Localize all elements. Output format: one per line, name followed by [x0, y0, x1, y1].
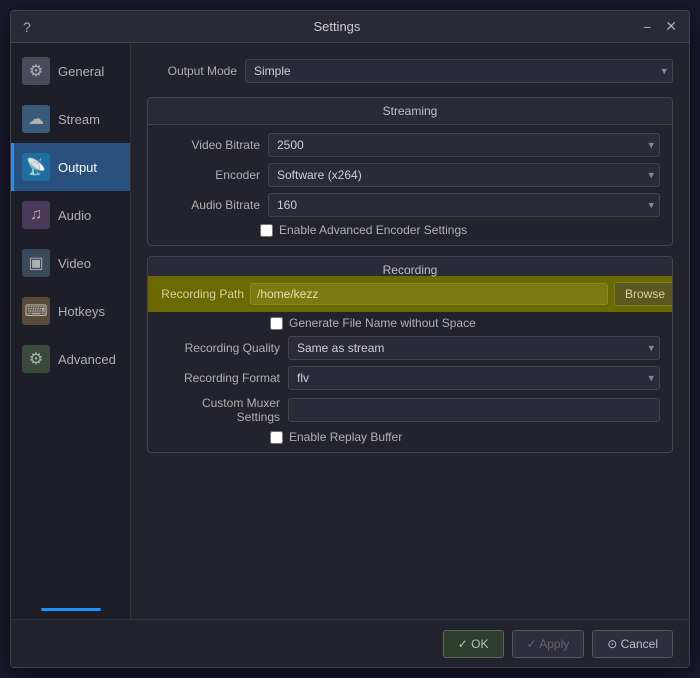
advanced-icon: ⚙: [22, 345, 50, 373]
sidebar-item-general[interactable]: ⚙ General: [11, 47, 130, 95]
ok-button[interactable]: ✓ OK: [443, 630, 504, 658]
sidebar-item-stream[interactable]: ☁ Stream: [11, 95, 130, 143]
streaming-section: Streaming Video Bitrate 2500 3000 4000 5…: [147, 97, 673, 246]
video-icon: ▣: [22, 249, 50, 277]
dialog-footer: ✓ OK ✓ Apply ⊙ Cancel: [11, 619, 689, 667]
generate-filename-checkbox[interactable]: [270, 317, 283, 330]
recording-quality-row: Recording Quality Same as stream High Qu…: [160, 336, 660, 360]
output-icon: 📡: [22, 153, 50, 181]
sidebar-item-advanced[interactable]: ⚙ Advanced: [11, 335, 130, 383]
sidebar-label-hotkeys: Hotkeys: [58, 304, 105, 319]
apply-button[interactable]: ✓ Apply: [512, 630, 585, 658]
enable-replay-label: Enable Replay Buffer: [289, 430, 402, 444]
enable-advanced-encoder-checkbox[interactable]: [260, 224, 273, 237]
sidebar-indicator: [41, 608, 101, 611]
recording-body: Generate File Name without Space Recordi…: [148, 312, 672, 452]
encoder-row: Encoder Software (x264) Hardware (NVENC): [160, 163, 660, 187]
content-panel: Output Mode Simple Advanced Streaming Vi…: [131, 43, 689, 619]
recording-quality-select[interactable]: Same as stream High Quality, Medium File…: [288, 336, 660, 360]
recording-format-label: Recording Format: [160, 371, 280, 385]
recording-path-input[interactable]: [250, 283, 608, 305]
sidebar-label-output: Output: [58, 160, 97, 175]
enable-replay-row: Enable Replay Buffer: [160, 430, 660, 444]
output-mode-label: Output Mode: [147, 64, 237, 78]
audio-icon: ♫: [22, 201, 50, 229]
sidebar-label-advanced: Advanced: [58, 352, 116, 367]
dialog-title: Settings: [35, 19, 639, 34]
encoder-label: Encoder: [160, 168, 260, 182]
custom-muxer-label: Custom Muxer Settings: [160, 396, 280, 424]
enable-advanced-encoder-row: Enable Advanced Encoder Settings: [160, 223, 660, 237]
output-mode-select[interactable]: Simple Advanced: [245, 59, 673, 83]
recording-section: Recording Recording Path Browse Generate…: [147, 256, 673, 453]
video-bitrate-select[interactable]: 2500 3000 4000 5000: [268, 133, 660, 157]
sidebar-label-video: Video: [58, 256, 91, 271]
output-mode-row: Output Mode Simple Advanced: [147, 59, 673, 83]
cancel-button[interactable]: ⊙ Cancel: [592, 630, 673, 658]
generate-filename-label: Generate File Name without Space: [289, 316, 476, 330]
video-bitrate-label: Video Bitrate: [160, 138, 260, 152]
enable-advanced-encoder-label: Enable Advanced Encoder Settings: [279, 223, 467, 237]
minimize-icon[interactable]: −: [639, 17, 655, 37]
custom-muxer-row: Custom Muxer Settings: [160, 396, 660, 424]
recording-path-row: Recording Path Browse: [147, 276, 673, 312]
sidebar-item-output[interactable]: 📡 Output: [11, 143, 130, 191]
custom-muxer-input[interactable]: [288, 398, 660, 422]
close-icon[interactable]: ✕: [661, 16, 681, 37]
output-mode-select-wrapper[interactable]: Simple Advanced: [245, 59, 673, 83]
sidebar-label-audio: Audio: [58, 208, 91, 223]
general-icon: ⚙: [22, 57, 50, 85]
sidebar-label-general: General: [58, 64, 104, 79]
recording-format-row: Recording Format flv mp4 mov mkv: [160, 366, 660, 390]
sidebar-label-stream: Stream: [58, 112, 100, 127]
hotkeys-icon: ⌨: [22, 297, 50, 325]
sidebar-item-hotkeys[interactable]: ⌨ Hotkeys: [11, 287, 130, 335]
help-icon[interactable]: ?: [19, 17, 35, 37]
recording-format-select-wrapper[interactable]: flv mp4 mov mkv: [288, 366, 660, 390]
audio-bitrate-label: Audio Bitrate: [160, 198, 260, 212]
sidebar: ⚙ General ☁ Stream 📡 Output ♫ Audio ▣ Vi…: [11, 43, 131, 619]
streaming-header: Streaming: [148, 98, 672, 125]
sidebar-bottom: [11, 600, 130, 619]
video-bitrate-row: Video Bitrate 2500 3000 4000 5000: [160, 133, 660, 157]
generate-filename-row: Generate File Name without Space: [160, 316, 660, 330]
encoder-select-wrapper[interactable]: Software (x264) Hardware (NVENC): [268, 163, 660, 187]
recording-path-label: Recording Path: [147, 287, 244, 301]
recording-quality-select-wrapper[interactable]: Same as stream High Quality, Medium File…: [288, 336, 660, 360]
sidebar-item-audio[interactable]: ♫ Audio: [11, 191, 130, 239]
stream-icon: ☁: [22, 105, 50, 133]
video-bitrate-select-wrapper[interactable]: 2500 3000 4000 5000: [268, 133, 660, 157]
recording-quality-label: Recording Quality: [160, 341, 280, 355]
audio-bitrate-select[interactable]: 128 160 192 320: [268, 193, 660, 217]
titlebar-left: ?: [19, 17, 35, 37]
recording-format-select[interactable]: flv mp4 mov mkv: [288, 366, 660, 390]
audio-bitrate-row: Audio Bitrate 128 160 192 320: [160, 193, 660, 217]
enable-replay-checkbox[interactable]: [270, 431, 283, 444]
encoder-select[interactable]: Software (x264) Hardware (NVENC): [268, 163, 660, 187]
settings-dialog: ? Settings − ✕ ⚙ General ☁ Stream 📡 Outp…: [10, 10, 690, 668]
dialog-body: ⚙ General ☁ Stream 📡 Output ♫ Audio ▣ Vi…: [11, 43, 689, 619]
streaming-body: Video Bitrate 2500 3000 4000 5000 E: [148, 125, 672, 245]
titlebar-actions: − ✕: [639, 16, 681, 37]
audio-bitrate-select-wrapper[interactable]: 128 160 192 320: [268, 193, 660, 217]
sidebar-item-video[interactable]: ▣ Video: [11, 239, 130, 287]
browse-button[interactable]: Browse: [614, 282, 673, 306]
titlebar: ? Settings − ✕: [11, 11, 689, 43]
